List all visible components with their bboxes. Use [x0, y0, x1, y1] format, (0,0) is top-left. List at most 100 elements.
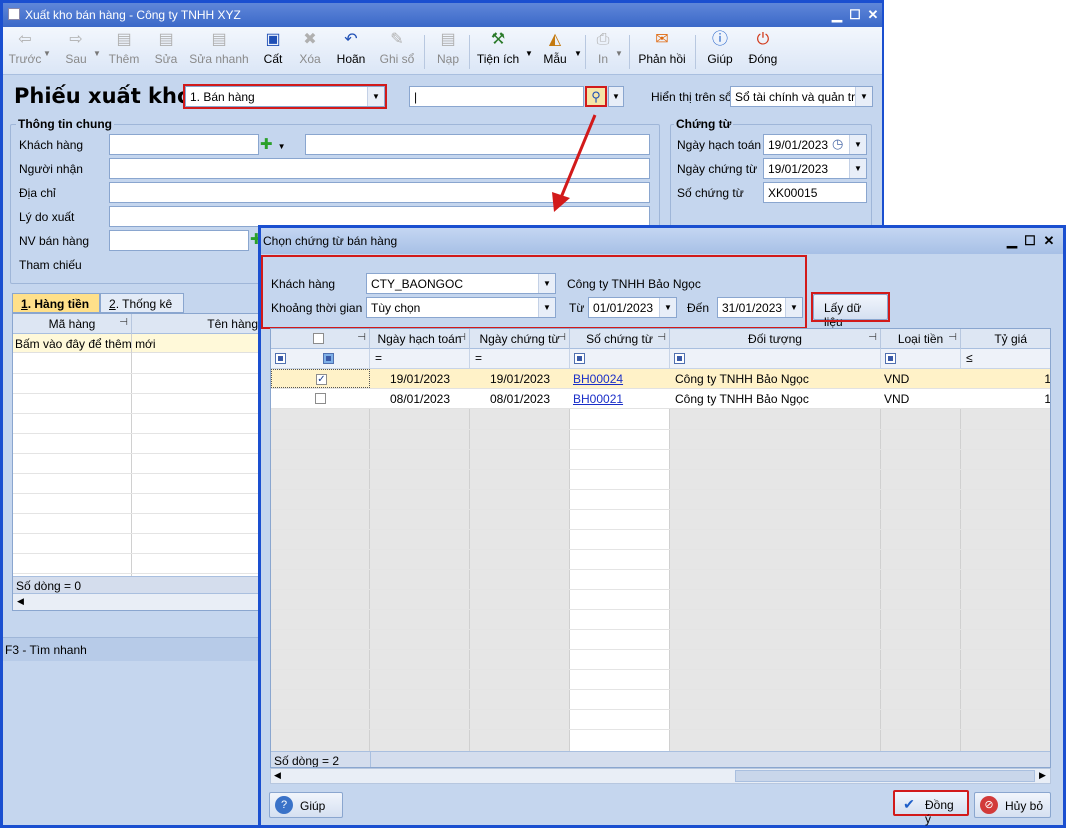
- ok-button[interactable]: ✔ Đồng ý: [893, 790, 969, 826]
- customer-code-input[interactable]: [109, 134, 259, 155]
- template-button[interactable]: ◭ Mẫu: [539, 31, 571, 73]
- quick-edit-button[interactable]: ▤ Sửa nhanh: [189, 31, 249, 73]
- pin-icon[interactable]: ⊣: [948, 332, 957, 343]
- add-new-row[interactable]: Bấm vào đây để thêm mới: [13, 334, 263, 353]
- next-button[interactable]: ⇨ Sau: [59, 31, 93, 73]
- post-button[interactable]: ✎ Ghi sổ: [377, 31, 417, 73]
- chevron-down-icon[interactable]: ▼: [608, 86, 624, 107]
- column-header-rate[interactable]: Tỷ giá: [961, 329, 1050, 349]
- chevron-down-icon[interactable]: ▼: [43, 49, 51, 58]
- minimize-icon[interactable]: ▁: [1004, 233, 1020, 249]
- chevron-down-icon[interactable]: ▼: [278, 142, 286, 151]
- delete-button[interactable]: ✖ Xóa: [295, 31, 325, 73]
- load-button[interactable]: ▤ Nạp: [433, 31, 463, 73]
- close-button[interactable]: ⏻ Đóng: [746, 31, 780, 73]
- print-button[interactable]: ⎙ In: [591, 31, 615, 73]
- pin-icon[interactable]: ⊣: [557, 332, 566, 343]
- chevron-down-icon[interactable]: ▼: [855, 87, 872, 106]
- feedback-button[interactable]: ✉ Phản hồi: [636, 31, 688, 73]
- grid-line: [271, 729, 1050, 730]
- filter-cell[interactable]: [881, 349, 961, 369]
- edit-doc-icon: ▤: [158, 31, 174, 48]
- scroll-thumb[interactable]: [735, 770, 1035, 782]
- filter-cell[interactable]: =: [370, 349, 470, 369]
- chevron-down-icon[interactable]: ▼: [849, 159, 866, 178]
- filter-cell[interactable]: ≤: [961, 349, 1050, 369]
- pin-icon[interactable]: ⊣: [868, 332, 877, 343]
- ledger-select[interactable]: Sổ tài chính và quản trị ▼: [730, 86, 873, 107]
- horizontal-scrollbar[interactable]: ◀: [13, 594, 263, 610]
- pin-icon[interactable]: ⊣: [657, 332, 666, 343]
- column-header-item-name[interactable]: Tên hàng: [132, 314, 263, 334]
- column-header-voucher-date[interactable]: Ngày chứng từ ⊣: [470, 329, 570, 349]
- voucher-no-input[interactable]: XK00015: [763, 182, 867, 203]
- filter-cell[interactable]: [271, 349, 370, 369]
- maximize-icon[interactable]: ☐: [1022, 233, 1038, 249]
- voucher-group-title: Chứng từ: [674, 117, 734, 131]
- help-button[interactable]: ⓘ Giúp: [705, 31, 735, 73]
- pin-icon[interactable]: ⊣: [457, 332, 466, 343]
- chevron-down-icon[interactable]: ▼: [849, 135, 866, 154]
- close-icon[interactable]: ✕: [1041, 233, 1057, 249]
- filter-cell[interactable]: =: [470, 349, 570, 369]
- clock-icon[interactable]: ◷: [832, 136, 843, 152]
- chevron-down-icon[interactable]: ▼: [574, 49, 582, 58]
- quick-search-bar[interactable]: F3 - Tìm nhanh: [3, 637, 262, 661]
- salesperson-input[interactable]: [109, 230, 249, 251]
- column-header-voucher-no[interactable]: Số chứng từ ⊣: [570, 329, 670, 349]
- table-row[interactable]: 08/01/2023 08/01/2023 BH00021 Công ty TN…: [271, 389, 1050, 409]
- grid-line: [13, 453, 263, 454]
- pin-icon[interactable]: ⊣: [119, 317, 128, 328]
- voucher-link[interactable]: BH00024: [573, 372, 623, 386]
- object-cell: Công ty TNHH Bảo Ngọc: [675, 372, 809, 386]
- voucher-date-input[interactable]: 19/01/2023 ▼: [763, 158, 867, 179]
- posting-date-input[interactable]: 19/01/2023 ◷ ▼: [763, 134, 867, 155]
- column-header-object[interactable]: Đối tượng ⊣: [670, 329, 881, 349]
- filter-icon[interactable]: [323, 353, 334, 364]
- minimize-icon[interactable]: ▁: [829, 7, 845, 23]
- horizontal-scrollbar[interactable]: ◀ ▶: [270, 768, 1051, 784]
- search-icon[interactable]: ⚲: [585, 86, 607, 107]
- dialog-help-button[interactable]: ? Giúp: [269, 792, 343, 818]
- chevron-down-icon[interactable]: ▼: [525, 49, 533, 58]
- scroll-right-icon[interactable]: ▶: [1039, 770, 1046, 781]
- filter-icon[interactable]: [674, 353, 685, 364]
- voucher-link[interactable]: BH00021: [573, 392, 623, 406]
- chevron-down-icon[interactable]: ▼: [615, 49, 623, 58]
- row-select-cell[interactable]: [271, 389, 370, 409]
- save-button[interactable]: ▣ Cất: [259, 31, 287, 73]
- select-all-header[interactable]: ⊣: [271, 329, 370, 349]
- tab-goods-money[interactable]: 1. Hàng tiền: [12, 293, 100, 313]
- filter-icon[interactable]: [885, 353, 896, 364]
- grid-line: [271, 669, 1050, 670]
- close-icon[interactable]: ✕: [865, 7, 881, 23]
- column-header-item-code[interactable]: Mã hàng ⊣: [13, 314, 132, 334]
- add-customer-icon[interactable]: ✚ ▼: [260, 134, 298, 155]
- prev-button[interactable]: ⇦ Trước: [7, 31, 43, 73]
- utilities-button[interactable]: ⚒ Tiện ích: [475, 31, 521, 73]
- search-input[interactable]: |: [409, 86, 584, 107]
- app-icon: [8, 8, 20, 20]
- tab-statistics[interactable]: 2. Thống kê: [100, 293, 184, 313]
- column-header-posting-date[interactable]: Ngày hạch toán ⊣: [370, 329, 470, 349]
- row-checkbox[interactable]: [315, 393, 326, 404]
- cancel-button[interactable]: ⊘ Hủy bỏ: [974, 792, 1051, 818]
- scroll-left-icon[interactable]: ◀: [274, 770, 281, 781]
- toolbar-separator: [469, 35, 470, 69]
- select-all-checkbox[interactable]: [313, 333, 324, 344]
- main-title-bar: Xuất kho bán hàng - Công ty TNHH XYZ ▁ ☐…: [3, 3, 882, 27]
- filter-cell[interactable]: [570, 349, 670, 369]
- table-row[interactable]: ✓ 19/01/2023 19/01/2023 BH00024 Công ty …: [271, 369, 1050, 389]
- undo-button[interactable]: ↶ Hoãn: [333, 31, 369, 73]
- row-checkbox[interactable]: ✓: [316, 374, 327, 385]
- filter-icon[interactable]: [275, 353, 286, 364]
- filter-icon[interactable]: [574, 353, 585, 364]
- pin-icon[interactable]: ⊣: [357, 332, 366, 343]
- add-button[interactable]: ▤ Thêm: [106, 31, 142, 73]
- filter-cell[interactable]: [670, 349, 881, 369]
- maximize-icon[interactable]: ☐: [847, 7, 863, 23]
- column-header-currency[interactable]: Loại tiền ⊣: [881, 329, 961, 349]
- chevron-down-icon[interactable]: ▼: [93, 49, 101, 58]
- row-select-cell[interactable]: ✓: [271, 369, 370, 388]
- edit-button[interactable]: ▤ Sửa: [151, 31, 181, 73]
